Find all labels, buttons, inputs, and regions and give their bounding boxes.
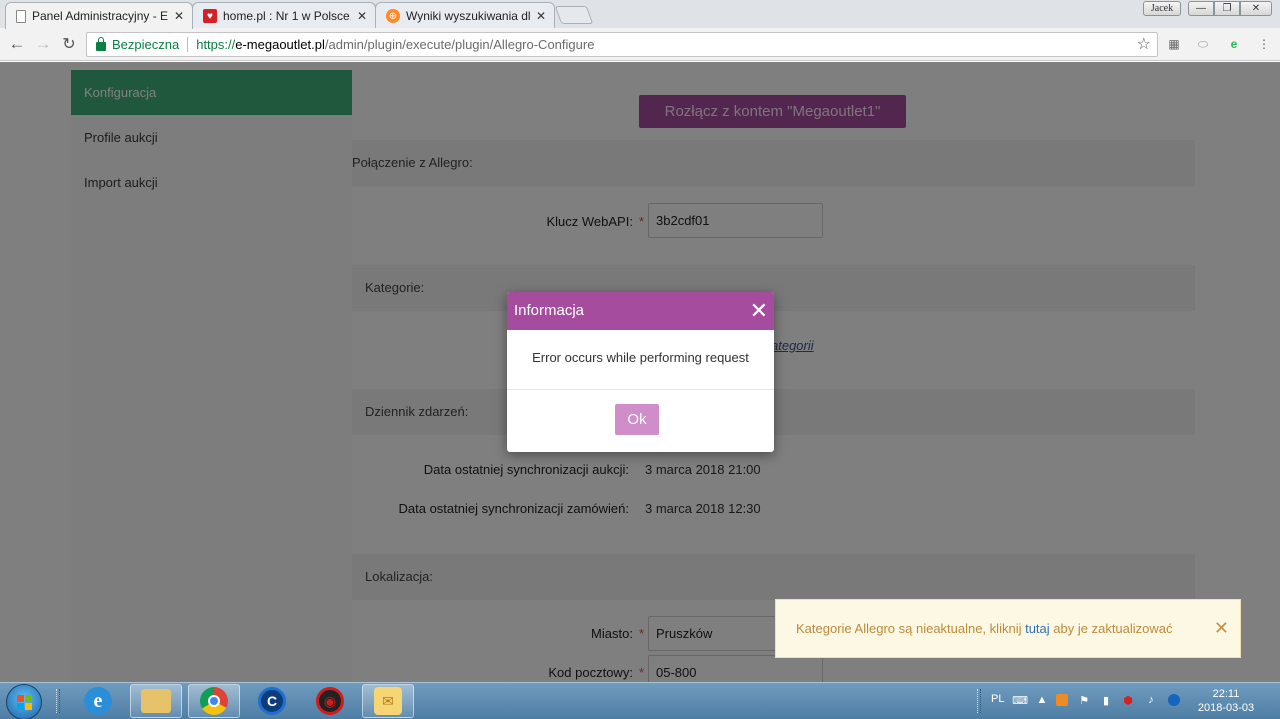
tab-title: Wyniki wyszukiwania dla — [406, 9, 530, 23]
taskbar-chrome[interactable] — [188, 684, 240, 718]
clock-date: 2018-03-03 — [1197, 702, 1255, 714]
red-app-icon: ◉ — [316, 687, 344, 715]
tab-search-results[interactable]: ⊕ Wyniki wyszukiwania dla ✕ — [375, 2, 555, 29]
omnibox-divider — [187, 37, 189, 52]
close-icon[interactable]: ✕ — [174, 9, 184, 23]
url-host: e-megaoutlet.pl — [235, 37, 325, 52]
toast-update-link[interactable]: tutaj — [1025, 621, 1050, 636]
page-icon — [16, 9, 26, 23]
lock-icon — [96, 37, 106, 51]
modal-title: Informacja — [514, 302, 585, 319]
modal-message: Error occurs while performing request — [507, 330, 774, 390]
system-clock[interactable]: 22:11 2018-03-03 — [1196, 687, 1256, 715]
url-scheme: https:// — [196, 37, 236, 52]
home-pl-icon: ♥ — [203, 9, 217, 23]
taskbar-outlook[interactable]: ✉ — [362, 684, 414, 718]
page-viewport: Konfiguracja Profile aukcji Import aukcj… — [0, 62, 1280, 682]
windows-taskbar: e C ◉ ✉ PL ⌨ ▲ ⚑ ▮ ⬢ ♪ 22:11 2018-03-03 — [0, 682, 1280, 719]
language-indicator[interactable]: PL — [991, 693, 1004, 705]
windows-logo-icon — [17, 695, 33, 711]
tray-grip[interactable] — [977, 689, 981, 713]
url-path: /admin/plugin/execute/plugin/Allegro-Con… — [324, 37, 595, 52]
new-tab-button[interactable] — [554, 6, 594, 24]
tab-title: Panel Administracyjny - E — [32, 9, 168, 23]
secure-label: Bezpieczna — [112, 37, 180, 52]
keyboard-icon[interactable]: ⌨ — [1012, 694, 1028, 707]
clock-time: 22:11 — [1212, 688, 1240, 700]
reload-icon[interactable]: ↻ — [58, 33, 80, 55]
extension-toggle-icon[interactable]: ⬭ — [1195, 36, 1211, 52]
categories-outdated-toast: Kategorie Allegro są nieaktualne, klikni… — [775, 599, 1241, 658]
close-icon[interactable]: ✕ — [750, 292, 768, 330]
close-icon[interactable]: ✕ — [357, 9, 367, 23]
outlook-icon: ✉ — [374, 687, 402, 715]
info-modal: Informacja ✕ Error occurs while performi… — [507, 292, 774, 452]
back-arrow-icon[interactable]: ← — [6, 33, 28, 55]
toast-text-after: aby je zaktualizować — [1049, 621, 1173, 636]
extension-evernote-icon[interactable]: e — [1226, 36, 1242, 52]
tab-home-pl[interactable]: ♥ home.pl : Nr 1 w Polsce. ✕ — [192, 2, 376, 29]
bookmark-star-icon[interactable]: ☆ — [1137, 34, 1151, 54]
start-button[interactable] — [6, 684, 42, 719]
volume-icon[interactable]: ♪ — [1145, 694, 1157, 706]
browser-toolbar: ← → ↻ Bezpieczna https://e-megaoutlet.pl… — [0, 28, 1280, 61]
internet-explorer-icon: e — [84, 687, 112, 715]
taskbar-ccleaner[interactable]: C — [246, 684, 298, 718]
tab-title: home.pl : Nr 1 w Polsce. — [223, 9, 351, 23]
tray-app-icon[interactable] — [1056, 694, 1068, 706]
forward-arrow-icon[interactable]: → — [32, 33, 54, 55]
minimize-icon[interactable]: — — [1188, 1, 1214, 16]
user-profile-badge[interactable]: Jacek — [1143, 1, 1181, 16]
close-icon[interactable]: ✕ — [536, 9, 546, 23]
security-alert-icon[interactable]: ⬢ — [1122, 694, 1134, 707]
show-hidden-icons-icon[interactable]: ▲ — [1036, 694, 1048, 706]
address-bar[interactable]: Bezpieczna https://e-megaoutlet.pl/admin… — [86, 32, 1158, 57]
window-close-icon[interactable]: ✕ — [1240, 1, 1272, 16]
restore-icon[interactable]: ❐ — [1214, 1, 1240, 16]
network-signal-icon[interactable]: ▮ — [1100, 694, 1112, 707]
taskbar-grip[interactable] — [56, 689, 60, 713]
action-center-flag-icon[interactable]: ⚑ — [1078, 694, 1090, 707]
browser-tab-bar: Panel Administracyjny - E ✕ ♥ home.pl : … — [0, 0, 1280, 29]
toast-text-before: Kategorie Allegro są nieaktualne, klikni… — [796, 621, 1026, 636]
file-explorer-icon — [141, 689, 171, 713]
tab-panel-administracyjny[interactable]: Panel Administracyjny - E ✕ — [5, 2, 193, 29]
taskbar-internet-explorer[interactable]: e — [72, 684, 124, 718]
search-results-icon: ⊕ — [386, 9, 400, 23]
menu-icon[interactable]: ⋮ — [1256, 36, 1272, 52]
taskbar-file-explorer[interactable] — [130, 684, 182, 718]
extension-store-icon[interactable]: ▦ — [1166, 36, 1182, 52]
modal-header: Informacja ✕ — [507, 292, 774, 330]
close-icon[interactable]: ✕ — [1214, 600, 1229, 657]
ok-button[interactable]: Ok — [615, 404, 659, 435]
chrome-icon — [200, 687, 228, 715]
steam-icon[interactable] — [1168, 694, 1180, 706]
ccleaner-icon: C — [258, 687, 286, 715]
taskbar-red-app[interactable]: ◉ — [304, 684, 356, 718]
